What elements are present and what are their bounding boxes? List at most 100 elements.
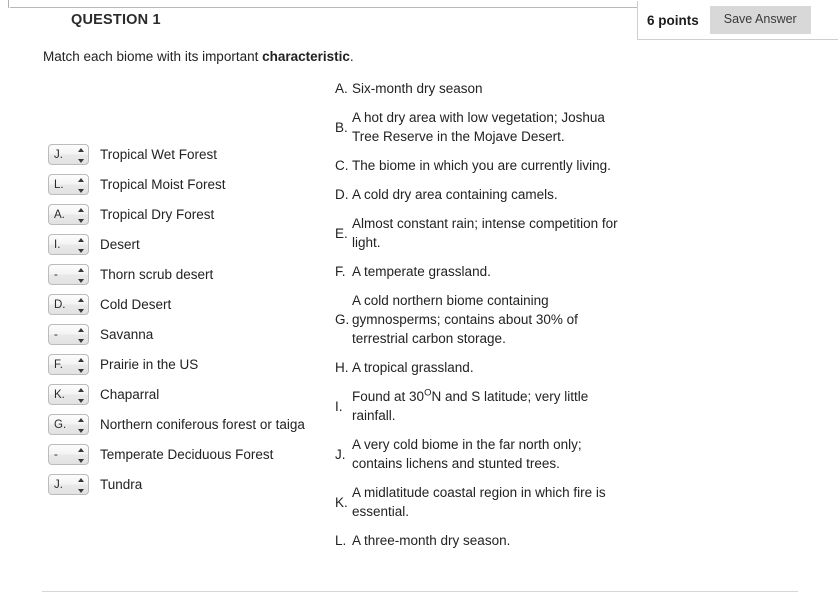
answer-select-value: - (54, 328, 58, 341)
option-text: The biome in which you are currently liv… (352, 158, 611, 173)
chevron-updown-icon (77, 417, 84, 433)
match-row: J. Tundra (48, 473, 328, 495)
chevron-updown-icon (77, 267, 84, 283)
match-row: G. Northern coniferous forest or taiga (48, 413, 328, 435)
prompt-text-bold: characteristic (262, 49, 350, 64)
match-row-label: Chaparral (100, 386, 160, 402)
answer-select-8[interactable]: K. (48, 383, 89, 405)
match-row-label: Tundra (100, 476, 143, 492)
option-letter: B. (335, 119, 348, 135)
chevron-updown-icon (77, 147, 84, 163)
option-item: E. Almost constant rain; intense competi… (335, 214, 635, 252)
match-row-label: Tropical Wet Forest (100, 146, 218, 162)
option-letter: D. (335, 187, 349, 202)
match-row-label: Thorn scrub desert (100, 266, 214, 282)
option-letter: L. (335, 533, 347, 548)
question-prompt: Match each biome with its important char… (43, 49, 354, 64)
save-answer-button[interactable]: Save Answer (709, 6, 811, 34)
answer-select-value: G. (54, 418, 67, 431)
match-row: J. Tropical Wet Forest (48, 143, 328, 165)
answer-select-value: I. (54, 238, 61, 251)
answer-select-value: L. (54, 178, 64, 191)
match-row: I. Desert (48, 233, 328, 255)
chevron-updown-icon (77, 207, 84, 223)
chevron-updown-icon (77, 357, 84, 373)
option-item: J. A very cold biome in the far north on… (335, 435, 635, 473)
option-item: H. A tropical grassland. (335, 358, 635, 377)
match-row: - Temperate Deciduous Forest (48, 443, 328, 465)
answer-select-value: J. (54, 478, 63, 491)
answer-select-1[interactable]: L. (48, 173, 89, 195)
answer-select-0[interactable]: J. (48, 143, 89, 165)
answer-select-11[interactable]: J. (48, 473, 89, 495)
match-row: L. Tropical Moist Forest (48, 173, 328, 195)
option-item: C. The biome in which you are currently … (335, 156, 635, 175)
option-item: K. A midlatitude coastal region in which… (335, 483, 635, 521)
match-row: D. Cold Desert (48, 293, 328, 315)
answer-select-value: - (54, 268, 58, 281)
chevron-updown-icon (77, 387, 84, 403)
option-letter: A. (335, 81, 348, 96)
option-letter: F. (335, 264, 346, 279)
answer-select-9[interactable]: G. (48, 413, 89, 435)
points-label: 6 points (647, 12, 699, 28)
prompt-text-before: Match each biome with its important (43, 49, 263, 64)
answer-select-value: F. (54, 358, 63, 371)
matching-rows-list: J. Tropical Wet Forest L. Tropical Moist… (48, 143, 328, 503)
match-row: K. Chaparral (48, 383, 328, 405)
answer-select-5[interactable]: D. (48, 293, 89, 315)
option-text: A three-month dry season. (352, 533, 511, 548)
match-row-label: Cold Desert (100, 296, 172, 312)
option-letter: E. (335, 225, 348, 241)
match-row-label: Prairie in the US (100, 356, 199, 372)
match-row-label: Northern coniferous forest or taiga (100, 416, 305, 432)
chevron-updown-icon (77, 327, 84, 343)
option-text: A cold northern biome containing gymnosp… (352, 293, 578, 346)
match-row-label: Savanna (100, 326, 154, 342)
answer-select-6[interactable]: - (48, 323, 89, 345)
answer-select-value: A. (54, 208, 65, 221)
option-letter: I. (335, 398, 343, 414)
option-text-i: Found at 30ON and S latitude; very littl… (352, 387, 635, 425)
answer-select-value: K. (54, 388, 65, 401)
option-item: D. A cold dry area containing camels. (335, 185, 635, 204)
option-item: A. Six-month dry season (335, 79, 635, 98)
chevron-updown-icon (77, 477, 84, 493)
answer-select-value: - (54, 448, 58, 461)
option-text: Six-month dry season (352, 81, 483, 96)
match-row: - Savanna (48, 323, 328, 345)
option-letter: G. (335, 312, 350, 327)
chevron-updown-icon (77, 237, 84, 253)
option-i-before: Found at 30 (352, 389, 425, 404)
top-left-frame-tick (8, 0, 9, 8)
option-item: G. A cold northern biome containing gymn… (335, 291, 635, 348)
match-row: - Thorn scrub desert (48, 263, 328, 285)
answer-select-3[interactable]: I. (48, 233, 89, 255)
page-title: QUESTION 1 (71, 12, 161, 28)
option-letter: K. (335, 494, 348, 510)
prompt-text-after: . (349, 49, 354, 64)
match-row-label: Desert (100, 236, 140, 252)
chevron-updown-icon (77, 447, 84, 463)
option-letter: J. (335, 446, 346, 462)
option-text: A cold dry area containing camels. (352, 187, 558, 202)
options-list: A. Six-month dry season B. A hot dry are… (335, 79, 635, 560)
option-text: A temperate grassland. (352, 264, 491, 279)
option-text: A very cold biome in the far north only;… (352, 437, 582, 471)
match-row: A. Tropical Dry Forest (48, 203, 328, 225)
answer-select-10[interactable]: - (48, 443, 89, 465)
answer-select-2[interactable]: A. (48, 203, 89, 225)
option-item: F. A temperate grassland. (335, 262, 635, 281)
option-letter: H. (335, 360, 349, 375)
answer-select-4[interactable]: - (48, 263, 89, 285)
option-item: B. A hot dry area with low vegetation; J… (335, 108, 635, 146)
answer-select-7[interactable]: F. (48, 353, 89, 375)
match-row-label: Tropical Dry Forest (100, 206, 215, 222)
answer-select-value: J. (54, 148, 63, 161)
question-toolbar: 6 points Save Answer (637, 1, 838, 40)
option-text: Almost constant rain; intense competitio… (352, 216, 618, 250)
bottom-divider (42, 591, 798, 592)
option-item: L. A three-month dry season. (335, 531, 635, 550)
option-text: A hot dry area with low vegetation; Josh… (352, 110, 605, 144)
match-row: F. Prairie in the US (48, 353, 328, 375)
